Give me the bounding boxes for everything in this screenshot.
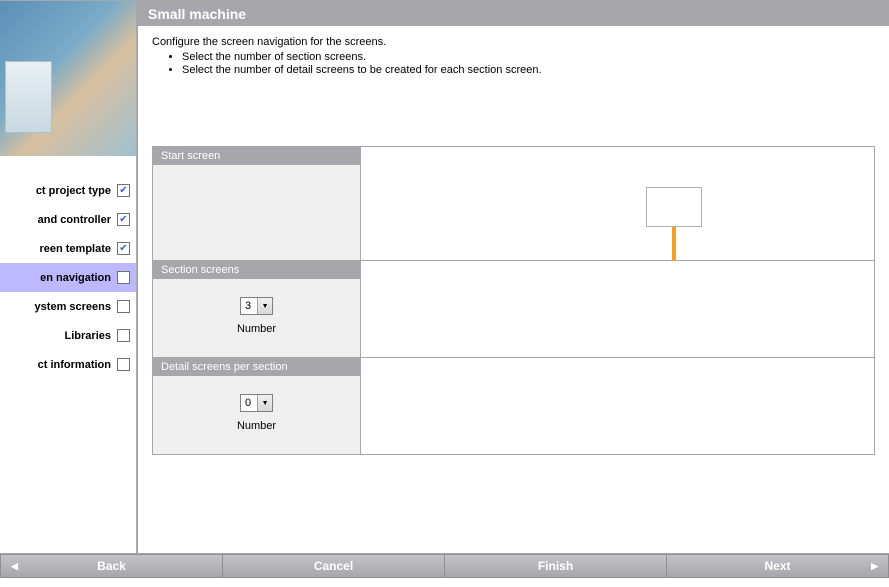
chevron-down-icon: ▼ — [257, 395, 272, 411]
instruction-bullet: Select the number of section screens. — [182, 51, 875, 63]
section-count-value: 3 — [241, 300, 257, 312]
check-icon: ✔ — [117, 184, 130, 197]
next-button[interactable]: Next ▶ — [666, 554, 889, 578]
checkbox-empty-icon — [117, 358, 130, 371]
checkbox-empty-icon — [117, 300, 130, 313]
section-count-label: Number — [237, 323, 276, 335]
row-start-screen: Start screen — [153, 147, 874, 260]
triangle-left-icon: ◀ — [11, 561, 18, 572]
section-header-start: Start screen — [153, 147, 360, 165]
back-button[interactable]: ◀ Back — [0, 554, 222, 578]
sidebar-item-libraries[interactable]: Libraries — [0, 321, 136, 350]
sidebar-item-screen-navigation[interactable]: en navigation — [0, 263, 136, 292]
section-header-section: Section screens — [153, 261, 360, 279]
sidebar-item-label: ct project type — [36, 185, 111, 197]
cancel-button[interactable]: Cancel — [222, 554, 444, 578]
sidebar-item-label: ct information — [38, 359, 111, 371]
triangle-right-icon: ▶ — [871, 561, 878, 572]
sidebar-item-label: en navigation — [40, 272, 111, 284]
check-icon: ✔ — [117, 213, 130, 226]
sidebar-item-controller[interactable]: and controller ✔ — [0, 205, 136, 234]
section-count-select[interactable]: 3 ▼ — [240, 297, 273, 315]
sidebar-item-system-screens[interactable]: ystem screens — [0, 292, 136, 321]
cancel-button-label: Cancel — [314, 559, 353, 573]
sidebar-item-label: reen template — [39, 243, 111, 255]
detail-count-select[interactable]: 0 ▼ — [240, 394, 273, 412]
row-section-screens: Section screens 3 ▼ Number — [153, 260, 874, 357]
section-header-detail: Detail screens per section — [153, 358, 360, 376]
finish-button-label: Finish — [538, 559, 573, 573]
chevron-down-icon: ▼ — [257, 298, 272, 314]
finish-button[interactable]: Finish — [444, 554, 666, 578]
sidebar-decorative-image — [0, 1, 136, 156]
main-panel: Small machine Configure the screen navig… — [138, 1, 889, 553]
diagram-start-node — [646, 187, 702, 227]
instructions-heading: Configure the screen navigation for the … — [152, 36, 875, 48]
sidebar-item-label: ystem screens — [35, 301, 111, 313]
detail-count-label: Number — [237, 420, 276, 432]
sidebar-item-screen-template[interactable]: reen template ✔ — [0, 234, 136, 263]
check-icon: ✔ — [117, 242, 130, 255]
wizard-buttons-bar: ◀ Back Cancel Finish Next ▶ — [0, 553, 889, 578]
row-detail-screens: Detail screens per section 0 ▼ Number — [153, 357, 874, 454]
wizard-sidebar: ct project type ✔ and controller ✔ reen … — [0, 1, 138, 553]
detail-count-value: 0 — [241, 397, 257, 409]
sidebar-item-project-type[interactable]: ct project type ✔ — [0, 176, 136, 205]
sidebar-item-label: Libraries — [65, 330, 111, 342]
wizard-step-list: ct project type ✔ and controller ✔ reen … — [0, 156, 136, 379]
checkbox-empty-icon — [117, 271, 130, 284]
sidebar-item-project-information[interactable]: ct information — [0, 350, 136, 379]
next-button-label: Next — [764, 559, 790, 573]
configuration-grid: Start screen — [152, 146, 875, 455]
page-title: Small machine — [138, 1, 889, 26]
back-button-label: Back — [97, 559, 126, 573]
sidebar-item-label: and controller — [38, 214, 111, 226]
instructions-block: Configure the screen navigation for the … — [152, 36, 875, 76]
instruction-bullet: Select the number of detail screens to b… — [182, 64, 875, 76]
checkbox-empty-icon — [117, 329, 130, 342]
